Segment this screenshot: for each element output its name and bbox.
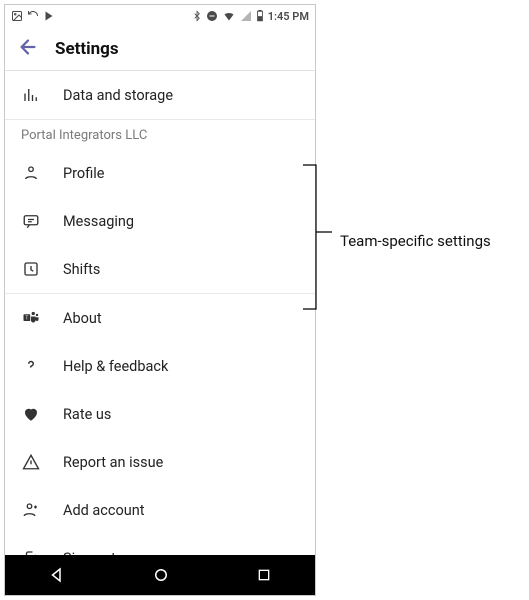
annotation-label: Team-specific settings [340, 232, 491, 250]
row-shifts[interactable]: Shifts [5, 245, 315, 293]
row-label: About [63, 310, 102, 327]
warning-icon [21, 452, 41, 472]
row-label: Messaging [63, 213, 134, 230]
wifi-icon [222, 10, 236, 22]
battery-icon [256, 10, 264, 22]
phone-screen: 1:45 PM Settings Data and storage Portal… [4, 4, 316, 596]
row-label: Help & feedback [63, 358, 168, 375]
bluetooth-icon [192, 10, 202, 22]
shifts-icon [21, 259, 41, 279]
row-sign-out[interactable]: Sign out [5, 534, 315, 555]
row-messaging[interactable]: Messaging [5, 197, 315, 245]
row-add-account[interactable]: Add account [5, 486, 315, 534]
row-label: Shifts [63, 261, 100, 278]
row-data-storage[interactable]: Data and storage [5, 71, 315, 119]
teams-icon: T [21, 308, 41, 328]
image-icon [11, 10, 23, 22]
org-section-header: Portal Integrators LLC [5, 119, 315, 149]
android-nav-bar [5, 555, 315, 595]
play-icon [43, 10, 55, 22]
heart-icon [21, 404, 41, 424]
nav-recent-icon[interactable] [256, 567, 272, 583]
row-label: Rate us [63, 406, 111, 423]
dnd-icon [206, 10, 218, 22]
messaging-icon [21, 211, 41, 231]
row-report[interactable]: Report an issue [5, 438, 315, 486]
nav-home-icon[interactable] [152, 566, 170, 584]
app-bar: Settings [5, 27, 315, 71]
settings-list: Data and storage Portal Integrators LLC … [5, 71, 315, 555]
help-icon [21, 356, 41, 376]
rotate-icon [27, 10, 39, 22]
status-right: 1:45 PM [192, 10, 309, 23]
sign-out-icon [21, 548, 41, 555]
add-account-icon [21, 500, 41, 520]
signal-icon [240, 10, 252, 22]
row-help[interactable]: Help & feedback [5, 342, 315, 390]
row-label: Profile [63, 165, 104, 182]
annotation-bracket [302, 164, 334, 310]
page-title: Settings [55, 39, 119, 59]
status-bar: 1:45 PM [5, 5, 315, 27]
row-profile[interactable]: Profile [5, 149, 315, 197]
back-icon[interactable] [17, 36, 39, 62]
nav-back-icon[interactable] [48, 566, 66, 584]
row-label: Data and storage [63, 87, 173, 104]
profile-icon [21, 163, 41, 183]
row-label: Report an issue [63, 454, 163, 471]
row-about[interactable]: T About [5, 294, 315, 342]
chart-icon [21, 85, 41, 105]
row-rate[interactable]: Rate us [5, 390, 315, 438]
status-left [11, 10, 55, 22]
row-label: Add account [63, 502, 145, 519]
clock-text: 1:45 PM [268, 10, 309, 23]
